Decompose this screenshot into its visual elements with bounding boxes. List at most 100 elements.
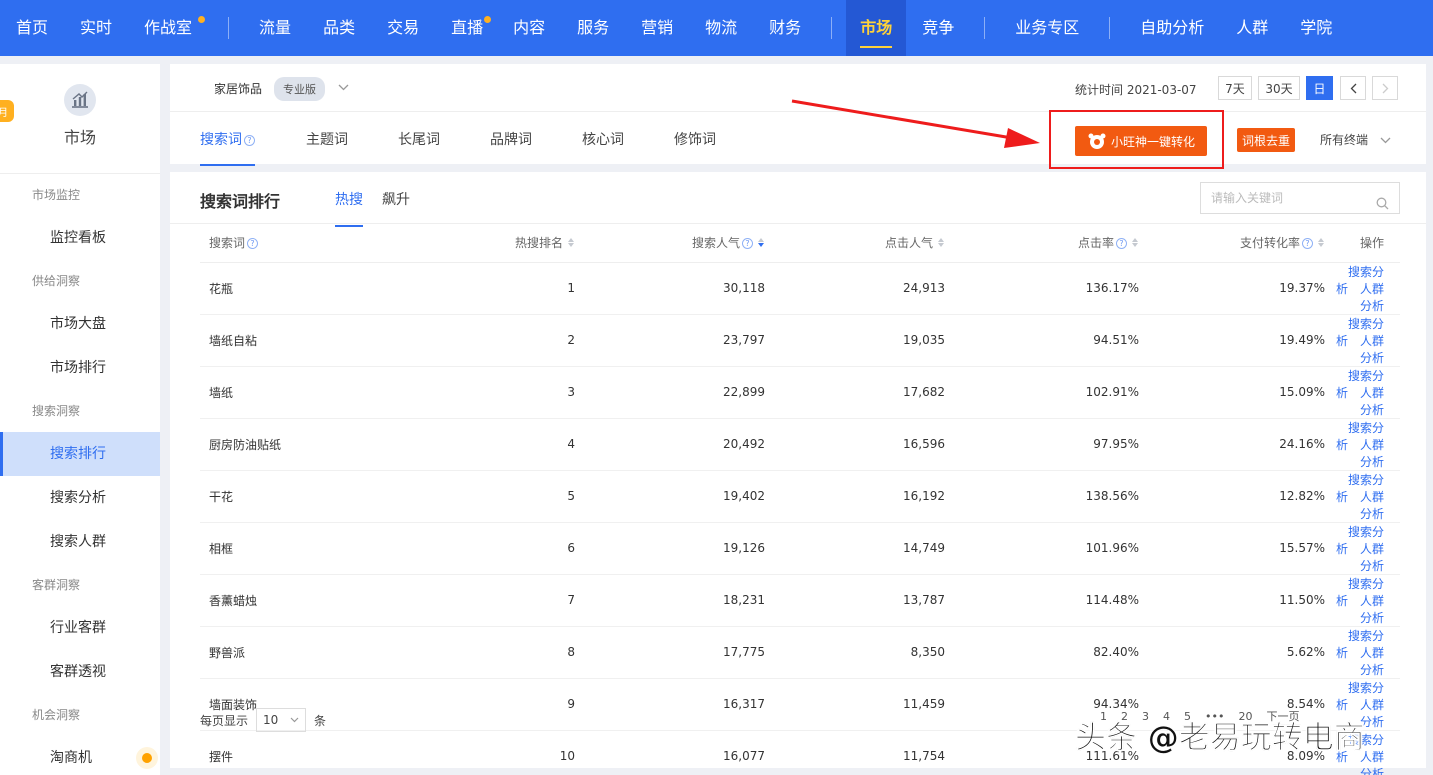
sidebar-group-label: 客群洞察	[32, 578, 81, 592]
crowd-analysis-link[interactable]: 人群分析	[1360, 646, 1384, 677]
nav-business-zone[interactable]: 业务专区	[999, 0, 1095, 56]
sort-icon[interactable]	[1132, 238, 1139, 248]
col-header-click-popularity[interactable]: 点击人气	[765, 224, 945, 263]
sort-icon[interactable]	[1318, 238, 1325, 248]
page-size-select[interactable]: 10	[256, 708, 307, 732]
sidebar-item-opportunity[interactable]: 淘商机	[0, 736, 160, 775]
sidebar-item-search-analysis[interactable]: 搜索分析	[0, 476, 160, 520]
help-icon[interactable]: ?	[244, 135, 255, 146]
cell-click-popularity: 13,787	[765, 574, 945, 627]
help-icon[interactable]: ?	[1302, 238, 1313, 250]
nav-realtime[interactable]: 实时	[64, 0, 128, 56]
tab-long-tail-word[interactable]: 长尾词	[398, 129, 440, 149]
cell-actions: 搜索分析 人群分析	[1325, 522, 1400, 575]
prev-date-button[interactable]	[1340, 76, 1366, 100]
nav-crowd[interactable]: 人群	[1220, 0, 1284, 56]
next-date-button[interactable]	[1372, 76, 1398, 100]
ranking-table-body: 花瓶 1 30,118 24,913 136.17% 19.37% 搜索分析 人群分析 墙纸自粘…	[200, 262, 1400, 775]
crowd-analysis-link[interactable]: 人群分析	[1360, 542, 1384, 573]
cell-rank: 7	[350, 574, 575, 627]
root-dedupe-button[interactable]: 词根去重	[1237, 128, 1295, 152]
nav-marketing[interactable]: 营销	[625, 0, 689, 56]
table-row: 相框 6 19,126 14,749 101.96% 15.57% 搜索分析 人群分析	[200, 522, 1400, 575]
cell-ctr: 138.56%	[945, 470, 1139, 523]
cell-click-popularity: 11,754	[765, 730, 945, 775]
nav-traffic[interactable]: 流量	[243, 0, 307, 56]
tab-theme-word[interactable]: 主题词	[306, 129, 348, 149]
page-size-value: 10	[263, 713, 279, 727]
range-30d-button[interactable]: 30天	[1258, 76, 1300, 100]
table-row: 花瓶 1 30,118 24,913 136.17% 19.37% 搜索分析 人群分析	[200, 262, 1400, 315]
crowd-analysis-link[interactable]: 人群分析	[1360, 386, 1384, 417]
cell-keyword: 墙纸	[200, 366, 350, 419]
help-icon[interactable]: ?	[247, 238, 259, 250]
sidebar-item-crowd-insight[interactable]: 客群透视	[0, 650, 160, 694]
help-icon[interactable]: ?	[1116, 238, 1127, 250]
cell-rank: 5	[350, 470, 575, 523]
col-header-rank[interactable]: 热搜排名	[350, 224, 575, 263]
edition-badge[interactable]: 专业版	[274, 77, 325, 101]
nav-trade[interactable]: 交易	[371, 0, 435, 56]
nav-divider	[831, 17, 833, 39]
tab-search-word[interactable]: 搜索词?	[200, 129, 255, 166]
nav-content[interactable]: 内容	[497, 0, 561, 56]
terminal-select[interactable]: 所有终端	[1320, 131, 1391, 148]
crowd-analysis-link[interactable]: 人群分析	[1360, 594, 1384, 625]
sort-icon[interactable]	[758, 238, 765, 248]
nav-live[interactable]: 直播	[435, 0, 497, 56]
crowd-analysis-link[interactable]: 人群分析	[1360, 490, 1384, 521]
search-icon[interactable]	[1376, 191, 1389, 221]
category-name[interactable]: 家居饰品	[214, 80, 262, 97]
subtab-rising[interactable]: 飙升	[382, 189, 410, 209]
nav-self-analysis[interactable]: 自助分析	[1124, 0, 1220, 56]
keyword-search-input[interactable]	[1211, 191, 1371, 205]
crowd-analysis-link[interactable]: 人群分析	[1360, 438, 1384, 469]
month-badge[interactable]: 月	[0, 100, 14, 122]
col-header-cvr[interactable]: 支付转化率?	[1139, 224, 1325, 263]
cell-cvr: 19.49%	[1139, 314, 1325, 367]
nav-logistics[interactable]: 物流	[689, 0, 753, 56]
cell-cvr: 15.09%	[1139, 366, 1325, 419]
col-header-actions: 操作	[1325, 224, 1400, 263]
chevron-down-icon[interactable]	[338, 80, 349, 94]
filter-header: 家居饰品 专业版 统计时间 2021-03-07 7天 30天 日 搜索词? 主…	[170, 64, 1426, 166]
nav-service[interactable]: 服务	[561, 0, 625, 56]
tab-core-word[interactable]: 核心词	[582, 129, 624, 149]
cell-rank: 8	[350, 626, 575, 679]
cell-cvr: 11.50%	[1139, 574, 1325, 627]
sidebar-item-market-overview[interactable]: 市场大盘	[0, 302, 160, 346]
cell-actions: 搜索分析 人群分析	[1325, 314, 1400, 367]
nav-home[interactable]: 首页	[0, 0, 64, 56]
nav-category[interactable]: 品类	[307, 0, 371, 56]
tab-modifier-word[interactable]: 修饰词	[674, 129, 716, 149]
sort-icon[interactable]	[938, 238, 945, 248]
nav-competition[interactable]: 竞争	[906, 0, 970, 56]
sidebar-item-search-crowd[interactable]: 搜索人群	[0, 520, 160, 564]
range-7d-button[interactable]: 7天	[1218, 76, 1252, 100]
keyword-search-box[interactable]	[1200, 182, 1400, 214]
cell-keyword: 摆件	[200, 730, 350, 775]
tab-brand-word[interactable]: 品牌词	[490, 129, 532, 149]
sort-icon[interactable]	[568, 238, 575, 248]
nav-academy[interactable]: 学院	[1284, 0, 1348, 56]
cell-cvr: 12.82%	[1139, 470, 1325, 523]
crowd-analysis-link[interactable]: 人群分析	[1360, 282, 1384, 313]
nav-market[interactable]: 市场	[846, 0, 907, 56]
nav-finance[interactable]: 财务	[753, 0, 817, 56]
help-icon[interactable]: ?	[742, 238, 753, 250]
nav-warroom[interactable]: 作战室	[128, 0, 214, 56]
cell-ctr: 136.17%	[945, 262, 1139, 315]
cell-rank: 9	[350, 678, 575, 731]
sidebar-item-market-ranking[interactable]: 市场排行	[0, 346, 160, 390]
crowd-analysis-link[interactable]: 人群分析	[1360, 334, 1384, 365]
sidebar-item-search-ranking[interactable]: 搜索排行	[0, 432, 160, 476]
col-header-ctr[interactable]: 点击率?	[945, 224, 1139, 263]
cell-cvr: 19.37%	[1139, 262, 1325, 315]
col-label: 搜索词	[209, 236, 246, 251]
subtab-hot[interactable]: 热搜	[335, 189, 363, 227]
page-size-label: 每页显示	[200, 713, 249, 728]
sidebar-item-industry-crowd[interactable]: 行业客群	[0, 606, 160, 650]
col-header-search-popularity[interactable]: 搜索人气?	[575, 224, 765, 263]
range-day-button[interactable]: 日	[1306, 76, 1333, 100]
sidebar-item-monitor-board[interactable]: 监控看板	[0, 216, 160, 260]
